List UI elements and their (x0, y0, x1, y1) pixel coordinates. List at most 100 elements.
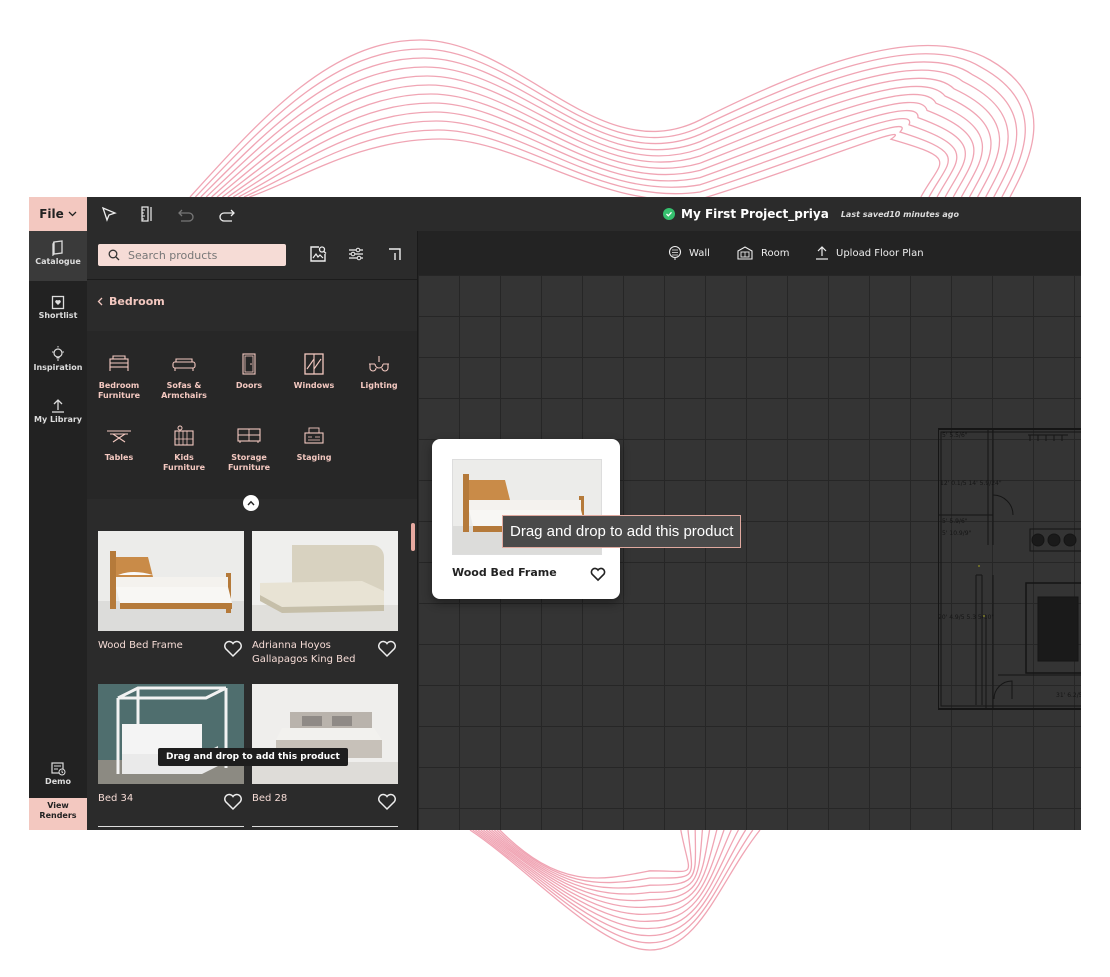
search-input[interactable] (126, 247, 280, 263)
svg-text:20' 4.9/5 5.3 5/10": 20' 4.9/5 5.3 5/10" (938, 614, 994, 621)
door-icon (217, 351, 281, 377)
staging-icon (282, 423, 346, 449)
heart-icon[interactable] (376, 792, 398, 812)
redo-icon[interactable] (217, 204, 237, 224)
category-staging[interactable]: Staging (282, 423, 346, 463)
wall-label: Wall (689, 247, 710, 259)
collapse-panel-icon[interactable] (384, 243, 406, 265)
sofa-icon (152, 351, 216, 377)
category-lighting[interactable]: Lighting (347, 351, 411, 391)
rail-item-catalogue[interactable]: Catalogue (29, 231, 87, 281)
upload-floor-plan-label: Upload Floor Plan (836, 247, 924, 259)
heart-icon[interactable] (589, 565, 607, 583)
breadcrumb[interactable]: Bedroom (97, 295, 165, 308)
drag-preview-name: Wood Bed Frame (452, 566, 557, 579)
collapse-categories-button[interactable] (243, 495, 259, 511)
catalogue-panel: Bedroom Bedroom Furniture Sofas & Armcha… (87, 231, 418, 830)
panel-scrollbar[interactable] (411, 523, 415, 551)
card-edge (252, 826, 398, 827)
catalogue-icon (29, 239, 87, 257)
ruler-icon[interactable] (136, 204, 156, 224)
saved-check-icon (663, 208, 675, 220)
search-icon (108, 249, 120, 261)
heart-icon[interactable] (222, 639, 244, 659)
file-menu-button[interactable]: File (29, 197, 87, 231)
room-tool-button[interactable]: Room (736, 231, 789, 275)
heart-icon[interactable] (222, 792, 244, 812)
canvas-toolbar: Wall Room Upload Floor Plan (418, 231, 1081, 275)
category-label: Lighting (360, 381, 398, 390)
wave-line (243, 125, 949, 198)
category-bedroom-furniture[interactable]: Bedroom Furniture (87, 351, 151, 401)
category-label: Bedroom Furniture (97, 381, 141, 400)
rail-item-demo[interactable]: Demo (29, 759, 87, 786)
category-label: Sofas & Armchairs (161, 381, 207, 400)
bed-icon (87, 351, 151, 377)
rail-item-shortlist[interactable]: Shortlist (29, 293, 87, 320)
divider (87, 279, 417, 280)
product-card[interactable]: Wood Bed Frame (98, 531, 244, 658)
chevron-down-icon (68, 211, 77, 217)
category-sofas-armchairs[interactable]: Sofas & Armchairs (152, 351, 216, 401)
category-label: Tables (104, 453, 134, 462)
breadcrumb-label: Bedroom (109, 295, 165, 308)
product-name: Wood Bed Frame (98, 640, 183, 651)
product-name: Bed 34 (98, 793, 134, 804)
lamp-icon (347, 351, 411, 377)
product-image (98, 531, 244, 631)
shortlist-icon (29, 293, 87, 311)
select-cursor-icon[interactable] (99, 204, 119, 224)
demo-icon (29, 759, 87, 777)
category-storage-furniture[interactable]: Storage Furniture (217, 423, 281, 473)
product-card[interactable]: Bed 34 (98, 684, 244, 811)
product-card[interactable]: Adrianna Hoyos Gallapagos King Bed (252, 531, 398, 665)
project-title[interactable]: My First Project_priya (681, 207, 829, 221)
product-image (252, 684, 398, 784)
category-doors[interactable]: Doors (217, 351, 281, 391)
table-icon (87, 423, 151, 449)
filter-sliders-icon[interactable] (345, 243, 367, 265)
svg-text:12' 0.1/5 14' 5.9/24": 12' 0.1/5 14' 5.9/24" (940, 480, 1002, 487)
chevron-left-icon (97, 297, 103, 306)
heart-icon[interactable] (376, 639, 398, 659)
category-kids-furniture[interactable]: Kids Furniture (152, 423, 216, 473)
room-icon (737, 246, 753, 260)
view-renders-button[interactable]: View Renders (29, 798, 87, 830)
product-image (98, 684, 244, 784)
undo-icon[interactable] (176, 204, 196, 224)
product-name: Adrianna Hoyos Gallapagos King Bed (252, 640, 356, 665)
rail-label: Catalogue (35, 257, 81, 266)
last-saved-text: Last saved10 minutes ago (840, 209, 960, 219)
project-status: My First Project_priya Last saved10 minu… (663, 197, 959, 231)
product-name: Bed 28 (252, 793, 288, 804)
product-card[interactable]: Bed 28 (252, 684, 398, 811)
upload-icon (816, 246, 828, 260)
image-search-icon[interactable] (307, 243, 329, 265)
category-windows[interactable]: Windows (282, 351, 346, 391)
top-bar: File My First Project_priya Last saved10… (29, 197, 1081, 232)
upload-icon (29, 397, 87, 415)
category-tables[interactable]: Tables (87, 423, 151, 463)
rail-item-my-library[interactable]: My Library (29, 397, 87, 424)
window-icon (282, 351, 346, 377)
category-label: Kids Furniture (162, 453, 206, 472)
search-box[interactable] (98, 244, 286, 266)
rail-label: Demo (45, 777, 71, 786)
rail-item-inspiration[interactable]: Inspiration (29, 345, 87, 372)
svg-text:5' 10.9/9": 5' 10.9/9" (942, 530, 972, 537)
category-label: Storage Furniture (227, 453, 271, 472)
category-label: Windows (293, 381, 335, 390)
wall-icon (668, 245, 682, 260)
drag-tooltip: Drag and drop to add this product (158, 748, 348, 766)
wave-line (211, 75, 1001, 198)
floor-plan: 5' 5.5/6" 12' 0.1/5 14' 5.9/24" 5' 5.9/6… (938, 428, 1081, 710)
room-label: Room (761, 247, 790, 259)
svg-text:5' 5.5/6": 5' 5.5/6" (942, 432, 968, 439)
product-image (252, 531, 398, 631)
upload-floor-plan-button[interactable]: Upload Floor Plan (815, 231, 924, 275)
file-menu-label: File (39, 207, 64, 221)
wall-tool-button[interactable]: Wall (668, 231, 710, 275)
cabinet-icon (217, 423, 281, 449)
card-edge (98, 826, 244, 827)
app-window: File My First Project_priya Last saved10… (29, 197, 1081, 830)
